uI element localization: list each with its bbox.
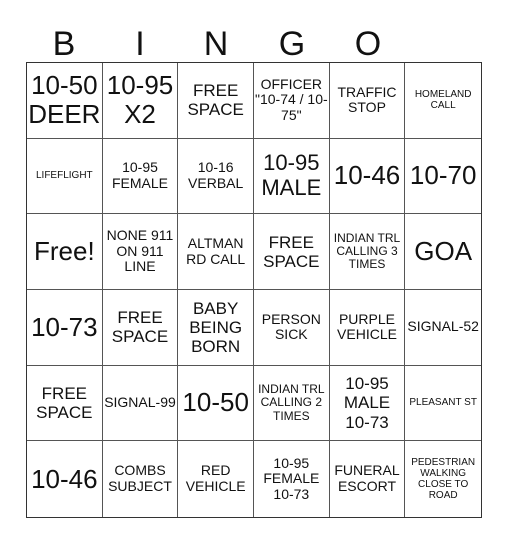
bingo-cell[interactable]: BABY BEING BORN xyxy=(178,289,254,366)
bingo-cell[interactable]: PERSON SICK xyxy=(253,289,330,366)
header-letter-b: B xyxy=(52,25,76,63)
bingo-cell[interactable]: NONE 911 ON 911 LINE xyxy=(102,214,179,290)
bingo-cell[interactable]: FUNERAL ESCORT xyxy=(330,441,406,517)
header-letter-o: O xyxy=(354,25,382,63)
bingo-cell[interactable]: RED VEHICLE xyxy=(178,441,254,517)
bingo-cell[interactable]: 10-70 xyxy=(405,139,481,215)
bingo-cell[interactable]: GOA xyxy=(405,214,481,290)
header-letter-g: G xyxy=(278,25,306,63)
bingo-cell[interactable]: COMBS SUBJECT xyxy=(103,441,179,517)
bingo-cell[interactable]: FREE SPACE xyxy=(253,214,330,290)
bingo-cell[interactable]: SIGNAL-52 xyxy=(405,290,481,366)
bingo-cell[interactable]: FREE SPACE xyxy=(27,365,103,442)
bingo-cell[interactable]: 10-95 FEMALE xyxy=(102,138,179,215)
bingo-card-grid: 10-50 DEER 10-95 X2 FREE SPACE OFFICER "… xyxy=(26,62,482,518)
bingo-cell[interactable]: OFFICER "10-74 / 10-75" xyxy=(253,63,330,139)
bingo-cell[interactable]: INDIAN TRL CALLING 2 TIMES xyxy=(253,365,330,442)
bingo-cell[interactable]: 10-16 VERBAL xyxy=(178,138,254,215)
bingo-header: B I N G O xyxy=(26,26,482,62)
bingo-cell[interactable]: 10-73 xyxy=(27,289,103,366)
bingo-cell[interactable]: HOMELAND CALL xyxy=(405,63,481,139)
bingo-cell[interactable]: 10-95 X2 xyxy=(102,63,179,139)
bingo-cell[interactable]: 10-46 xyxy=(329,138,406,215)
bingo-cell[interactable]: ALTMAN RD CALL xyxy=(178,214,254,290)
bingo-cell[interactable]: FREE SPACE xyxy=(178,63,254,139)
bingo-cell[interactable]: PLEASANT ST xyxy=(405,366,481,442)
bingo-cell[interactable]: PURPLE VEHICLE xyxy=(329,289,406,366)
bingo-cell[interactable]: FREE SPACE xyxy=(102,289,179,366)
bingo-cell[interactable]: 10-95 MALE 10-73 xyxy=(329,365,406,442)
bingo-cell[interactable]: 10-50 DEER xyxy=(27,63,103,139)
header-letter-i: I xyxy=(135,25,145,63)
header-letter-n: N xyxy=(203,25,229,63)
bingo-cell[interactable]: 10-50 xyxy=(178,365,254,442)
bingo-cell[interactable]: 10-46 xyxy=(27,441,103,517)
bingo-cell[interactable]: PEDESTRIAN WALKING CLOSE TO ROAD xyxy=(405,441,481,517)
bingo-cell[interactable]: Free! xyxy=(27,214,103,290)
bingo-cell[interactable]: 10-95 MALE xyxy=(253,138,330,215)
bingo-cell[interactable]: 10-95 FEMALE 10-73 xyxy=(254,441,330,517)
bingo-cell[interactable]: TRAFFIC STOP xyxy=(329,63,406,139)
bingo-cell[interactable]: INDIAN TRL CALLING 3 TIMES xyxy=(329,214,406,290)
bingo-cell[interactable]: SIGNAL-99 xyxy=(102,365,179,442)
bingo-cell[interactable]: LIFEFLIGHT xyxy=(27,138,103,215)
